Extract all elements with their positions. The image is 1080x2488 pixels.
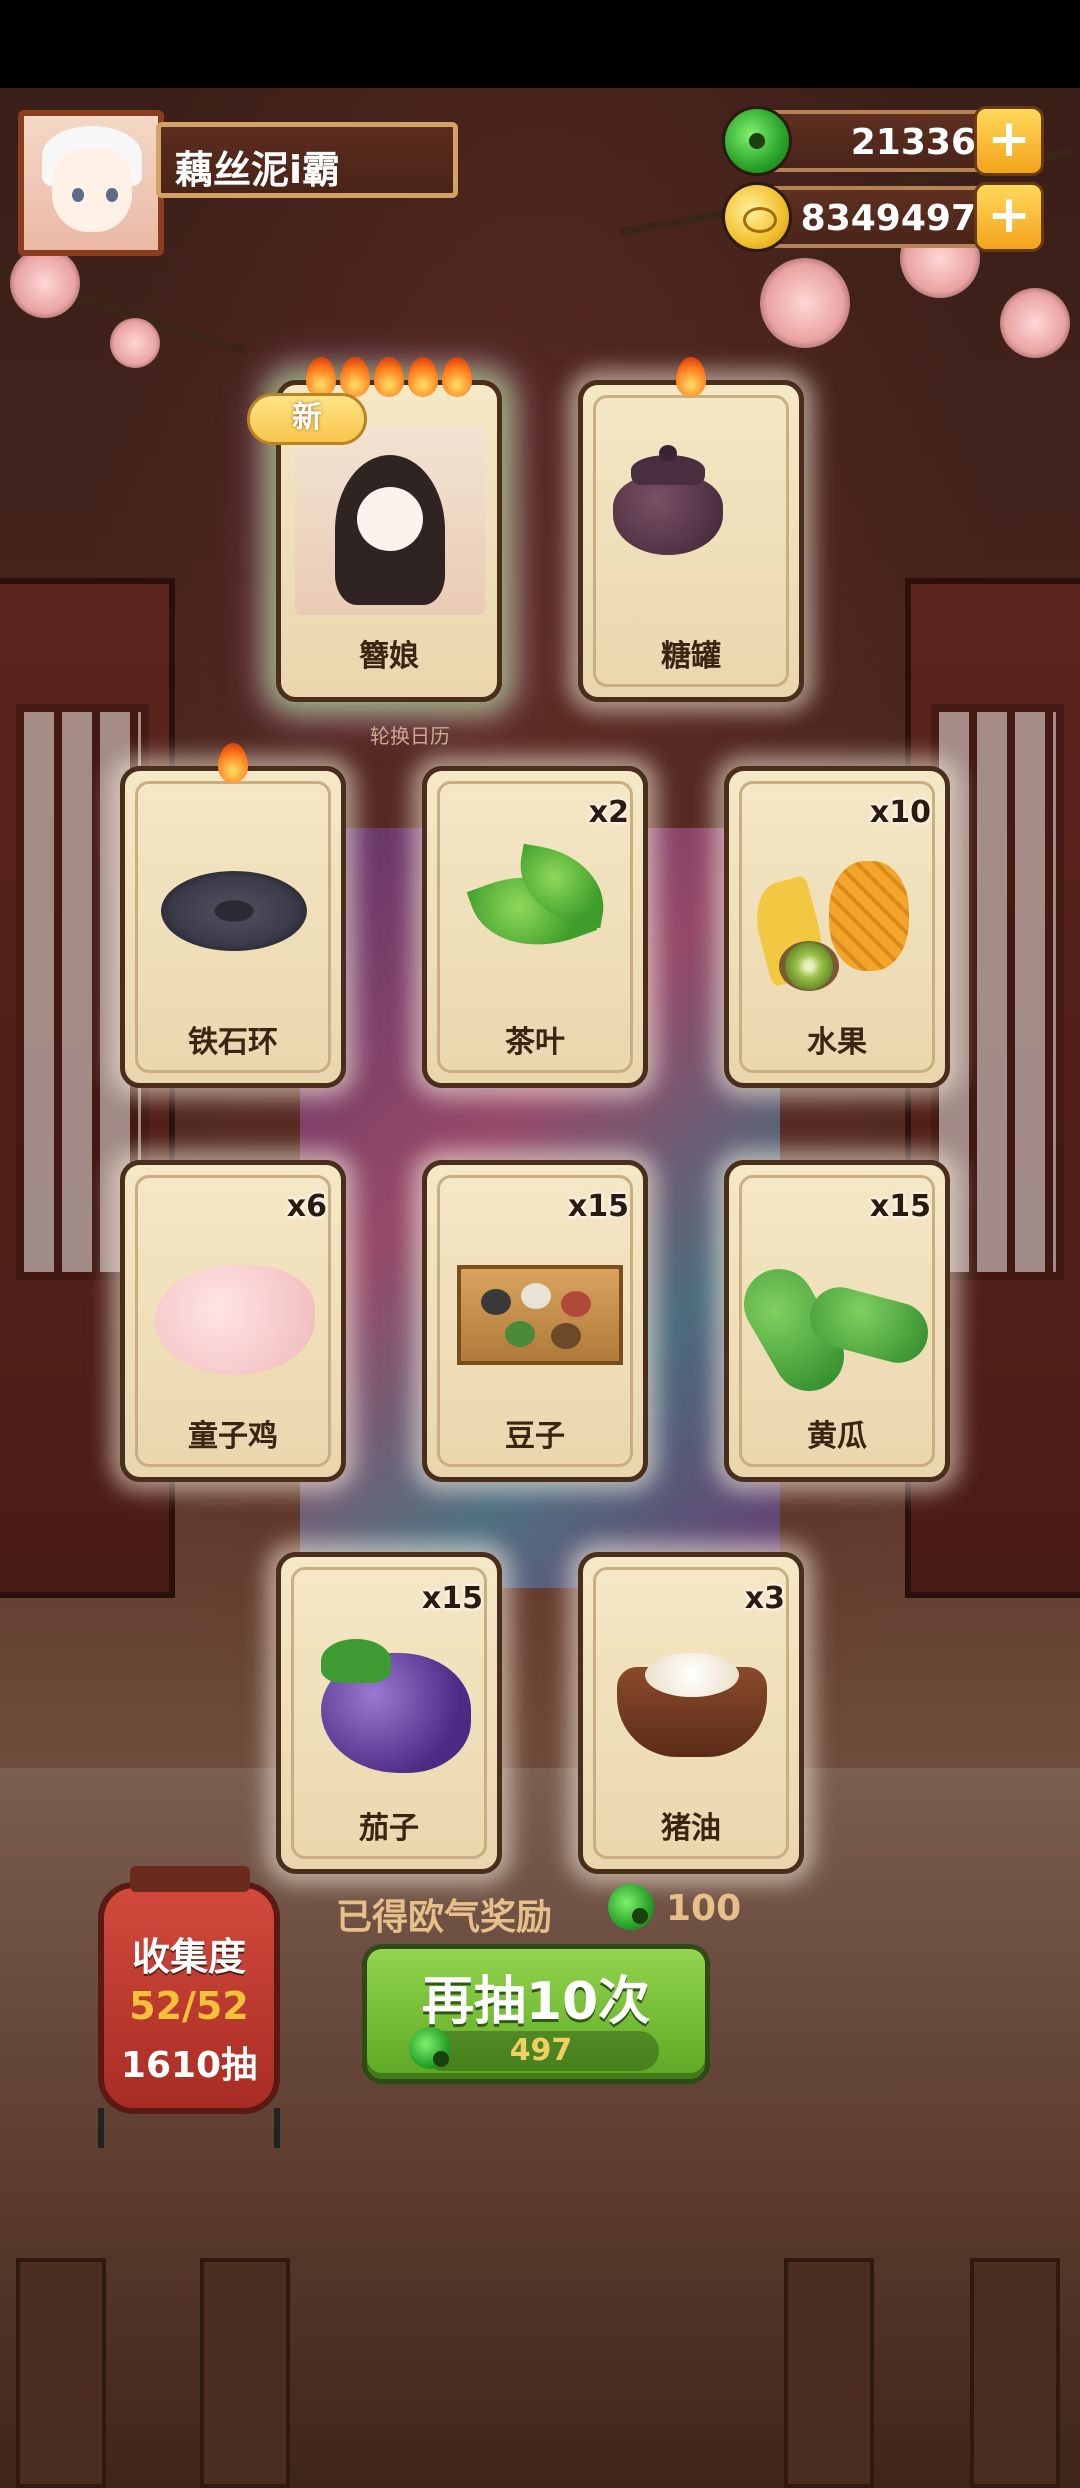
jade-icon <box>722 106 792 176</box>
flame-icon <box>218 743 248 783</box>
flame-icon <box>306 357 336 397</box>
chicken-icon <box>155 1265 315 1375</box>
player-name: 藕丝泥i霸 <box>175 148 341 192</box>
draw-cost-value: 497 <box>509 2033 573 2068</box>
card-douzi[interactable]: x15 豆子 <box>422 1160 648 1482</box>
card-label: 铁石环 <box>188 1025 278 1060</box>
collection-title: 收集度 <box>131 1935 246 1979</box>
card-label: 茄子 <box>359 1811 419 1846</box>
flame-icon <box>340 357 370 397</box>
jade-icon <box>608 1884 654 1930</box>
flame-icon <box>676 357 706 397</box>
draw-button-label: 再抽10次 <box>421 1972 651 2032</box>
character-portrait <box>295 425 485 615</box>
card-count: x10 <box>869 795 931 830</box>
card-label: 茶叶 <box>505 1025 565 1060</box>
luck-reward-value: 100 <box>666 1888 742 1929</box>
collection-lantern[interactable]: 收集度 52/52 1610抽 <box>98 1866 280 2148</box>
new-badge: 新 <box>247 393 367 445</box>
card-huanggua[interactable]: x15 黄瓜 <box>724 1160 950 1482</box>
iron-ring-icon <box>161 871 307 951</box>
calendar-caption: 轮换日历 <box>370 724 450 748</box>
player-avatar[interactable] <box>18 110 164 256</box>
card-label: 糖罐 <box>661 639 721 674</box>
jade-amount: 21336 <box>850 122 976 163</box>
card-qiezi[interactable]: x15 茄子 <box>276 1552 502 1874</box>
card-label: 猪油 <box>661 1811 721 1846</box>
draw-cost: 497 <box>409 2027 659 2071</box>
card-count: x2 <box>588 795 629 830</box>
card-label: 童子鸡 <box>188 1419 278 1454</box>
luck-reward: 已得欧气奖励 100 <box>336 1884 741 1940</box>
coin-currency: 8349497 + <box>722 182 1044 252</box>
luck-reward-label: 已得欧气奖励 <box>336 1897 553 1938</box>
coin-icon <box>722 182 792 252</box>
player-name-plate: 藕丝泥i霸 <box>156 122 458 198</box>
card-count: x15 <box>421 1581 483 1616</box>
add-jade-button[interactable]: + <box>974 106 1044 176</box>
coin-amount: 8349497 <box>800 198 976 239</box>
flame-icon <box>442 357 472 397</box>
card-chaye[interactable]: x2 茶叶 <box>422 766 648 1088</box>
rarity-flames <box>583 357 799 406</box>
card-shuiguo[interactable]: x10 水果 <box>724 766 950 1088</box>
card-count: x15 <box>869 1189 931 1224</box>
sugar-jar-icon <box>613 445 769 601</box>
jade-currency: 21336 + <box>722 106 1044 176</box>
card-count: x6 <box>286 1189 327 1224</box>
card-zanniang[interactable]: 新 簪娘 <box>247 357 502 702</box>
rarity-flames <box>125 743 341 792</box>
flame-icon <box>374 357 404 397</box>
card-label: 簪娘 <box>359 639 419 674</box>
status-bar <box>0 0 1080 88</box>
card-label: 豆子 <box>505 1419 565 1454</box>
card-tangguan[interactable]: 糖罐 <box>578 357 804 702</box>
card-tongziji[interactable]: x6 童子鸡 <box>120 1160 346 1482</box>
add-coin-button[interactable]: + <box>974 182 1044 252</box>
card-label: 黄瓜 <box>807 1419 867 1454</box>
card-zhuyou[interactable]: x3 猪油 <box>578 1552 804 1874</box>
draw-10-again-button[interactable]: 再抽10次 497 <box>362 1944 710 2084</box>
beans-icon <box>457 1265 623 1365</box>
collection-progress: 52/52 <box>129 1984 249 2028</box>
card-tieshihuan[interactable]: 铁石环 <box>120 743 346 1088</box>
card-label: 水果 <box>807 1025 867 1060</box>
collection-draw-count: 1610抽 <box>120 2045 258 2086</box>
card-count: x3 <box>744 1581 785 1616</box>
flame-icon <box>408 357 438 397</box>
card-count: x15 <box>567 1189 629 1224</box>
